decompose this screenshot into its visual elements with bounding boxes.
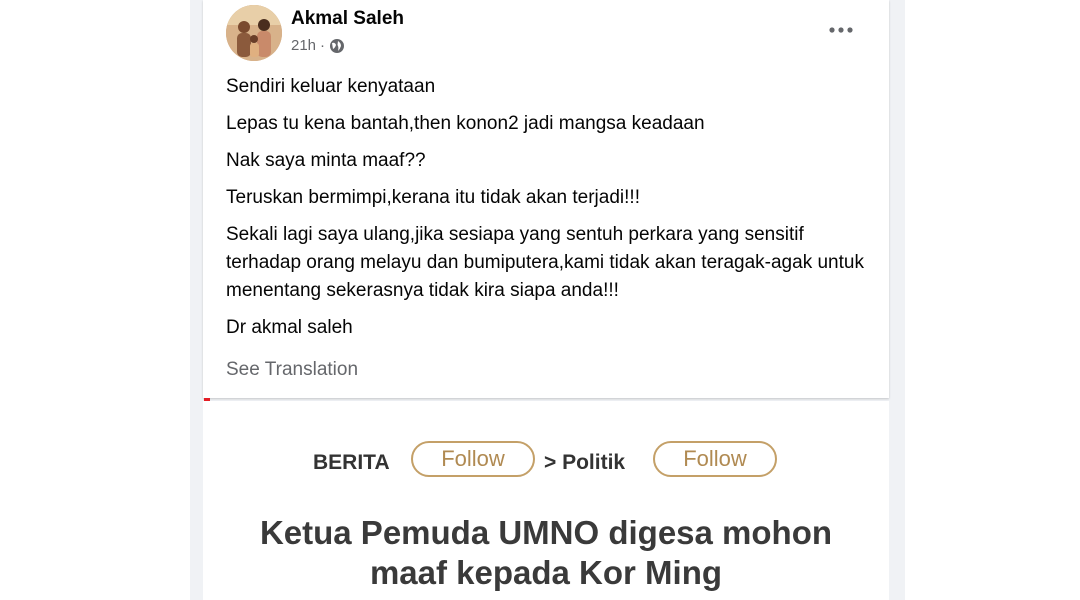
headline-line-2: maaf kepada Kor Ming	[369, 554, 723, 591]
post-paragraph: Nak saya minta maaf??	[226, 150, 426, 171]
post-paragraph: Teruskan bermimpi,kerana itu tidak akan …	[226, 187, 640, 208]
avatar[interactable]	[226, 5, 282, 61]
more-options-button[interactable]	[821, 14, 861, 46]
post-paragraph: Lepas tu kena bantah,then konon2 jadi ma…	[226, 113, 705, 134]
follow-button-berita[interactable]: Follow	[411, 441, 535, 477]
article-headline[interactable]: Ketua Pemuda UMNO digesa mohon maaf kepa…	[203, 513, 889, 593]
avatar-photo	[226, 5, 282, 61]
post-meta: 21h ·	[291, 37, 345, 54]
headline-line-1: Ketua Pemuda UMNO digesa mohon	[259, 514, 833, 551]
post-paragraph: Sendiri keluar kenyataan	[226, 76, 436, 97]
author-name[interactable]: Akmal Saleh	[291, 8, 404, 30]
ellipsis-icon	[829, 27, 853, 33]
post-card: Akmal Saleh 21h · Sendiri keluar kenyata…	[203, 0, 889, 398]
post-paragraph: Sekali lagi saya ulang,jika sesiapa yang…	[226, 224, 864, 301]
post-paragraph: Dr akmal saleh	[226, 317, 353, 338]
globe-icon	[330, 38, 345, 53]
link-preview[interactable]: BERITA Follow > Politik Follow Ketua Pem…	[203, 401, 889, 600]
meta-separator: ·	[320, 37, 326, 54]
follow-button-politik[interactable]: Follow	[653, 441, 777, 477]
see-translation-link[interactable]: See Translation	[226, 359, 358, 381]
breadcrumb: BERITA Follow > Politik Follow	[203, 441, 889, 485]
breadcrumb-politik[interactable]: > Politik	[544, 451, 625, 475]
post-text: Sendiri keluar kenyataan Lepas tu kena b…	[226, 73, 871, 351]
post-time[interactable]: 21h	[291, 37, 316, 54]
breadcrumb-berita[interactable]: BERITA	[313, 451, 390, 475]
